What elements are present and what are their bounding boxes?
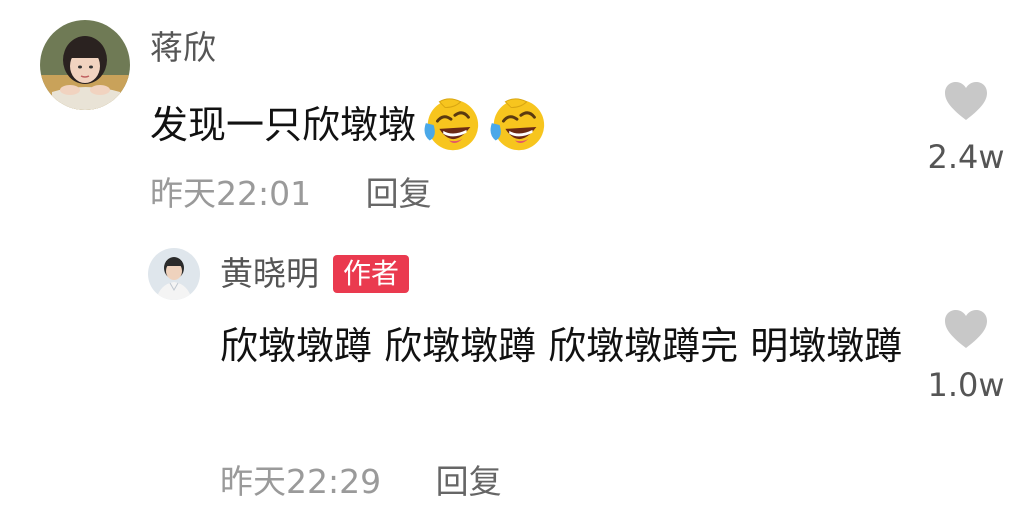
- reply-meta: 昨天22:29 回复: [220, 460, 502, 504]
- laughing-crying-emoji-icon: [490, 98, 545, 151]
- replier-name[interactable]: 黄晓明: [220, 254, 319, 294]
- commenter-avatar[interactable]: [40, 20, 130, 110]
- reply-text: 欣墩墩蹲 欣墩墩蹲 欣墩墩蹲完 明墩墩蹲: [220, 324, 903, 368]
- reply-button[interactable]: 回复: [366, 172, 432, 216]
- comment-thread: 蒋欣 发现一只欣墩墩 昨天22:01 回复 2.4w 黄晓明 作者 欣墩墩蹲 欣…: [0, 0, 1024, 506]
- comment-text: 发现一只欣墩墩: [150, 94, 548, 156]
- laughing-crying-emoji-icon: [424, 98, 479, 151]
- comment-timestamp: 昨天22:01: [150, 174, 312, 213]
- heart-icon[interactable]: [943, 80, 989, 122]
- commenter-name[interactable]: 蒋欣: [150, 28, 216, 68]
- comment-text-body: 发现一只欣墩墩: [150, 103, 417, 147]
- heart-icon[interactable]: [943, 308, 989, 350]
- author-badge: 作者: [333, 255, 410, 293]
- replier-avatar[interactable]: [148, 248, 200, 300]
- like-count: 1.0w: [927, 366, 1005, 404]
- comment-like[interactable]: 2.4w: [918, 80, 1014, 176]
- reply-reply-button[interactable]: 回复: [436, 460, 502, 504]
- reply-like[interactable]: 1.0w: [918, 308, 1014, 404]
- replier-name-row: 黄晓明 作者: [220, 254, 410, 294]
- replier-avatar-image: [148, 248, 200, 300]
- reply-timestamp: 昨天22:29: [220, 462, 382, 501]
- like-count: 2.4w: [927, 138, 1005, 176]
- commenter-avatar-image: [40, 20, 130, 110]
- comment-meta: 昨天22:01 回复: [150, 172, 432, 216]
